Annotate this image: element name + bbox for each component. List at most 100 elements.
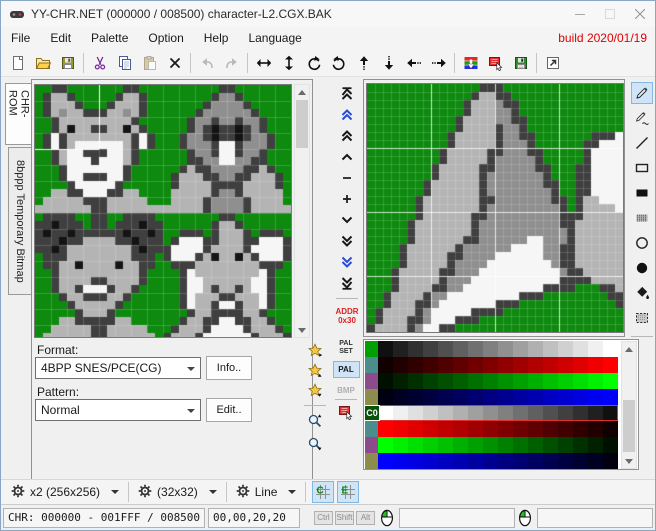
zoom-out-button[interactable] xyxy=(303,433,327,455)
palette-color-cell[interactable] xyxy=(483,373,498,389)
format-dropdown[interactable]: 4BPP SNES/PCE(CG) xyxy=(35,357,201,379)
toolbar-shift-right-button[interactable] xyxy=(426,51,451,75)
palette-color-cell[interactable] xyxy=(483,421,498,437)
palette-color-cell[interactable] xyxy=(543,373,558,389)
palette-color-cell[interactable] xyxy=(513,405,528,421)
palette-row-header[interactable] xyxy=(365,437,378,453)
palette-color-cell[interactable] xyxy=(498,453,513,469)
palette-color-cell[interactable] xyxy=(468,357,483,373)
chr-view-scrollbar[interactable] xyxy=(294,84,310,338)
palette-color-cell[interactable] xyxy=(498,341,513,357)
addr-plus-button[interactable] xyxy=(335,189,359,209)
palette-color-cell[interactable] xyxy=(438,405,453,421)
palette-color-cell[interactable] xyxy=(438,437,453,453)
grid-editor-toggle[interactable]: E xyxy=(337,481,360,503)
maximize-button[interactable] xyxy=(595,1,625,27)
palette-color-cell[interactable] xyxy=(543,389,558,405)
palette-color-cell[interactable] xyxy=(483,437,498,453)
toolbar-copy-button[interactable] xyxy=(112,51,137,75)
palette-color-cell[interactable] xyxy=(588,437,603,453)
palette-color-cell[interactable] xyxy=(453,389,468,405)
palette-color-cell[interactable] xyxy=(573,357,588,373)
tool-pen-button[interactable] xyxy=(631,82,653,104)
palette-color-cell[interactable] xyxy=(438,389,453,405)
palette-color-cell[interactable] xyxy=(588,357,603,373)
palette-color-cell[interactable] xyxy=(573,373,588,389)
palette-color-cell[interactable] xyxy=(528,389,543,405)
palette-color-cell[interactable] xyxy=(513,357,528,373)
palette-color-cell[interactable] xyxy=(423,437,438,453)
format-info-button[interactable]: Info.. xyxy=(206,356,252,380)
toolbar-cut-button[interactable] xyxy=(87,51,112,75)
palette-color-cell[interactable] xyxy=(393,405,408,421)
palette-color-cell[interactable] xyxy=(423,341,438,357)
tile-size-dropdown[interactable]: (32x32) xyxy=(132,484,223,501)
palette-color-cell[interactable] xyxy=(588,389,603,405)
palette-color-cell[interactable] xyxy=(603,405,618,421)
palette-color-cell[interactable] xyxy=(468,453,483,469)
tool-rect-fill-button[interactable] xyxy=(631,182,653,204)
palette-color-cell[interactable] xyxy=(543,341,558,357)
palette-color-cell[interactable] xyxy=(558,357,573,373)
addr-up-fast-button[interactable] xyxy=(335,105,359,125)
minimize-button[interactable] xyxy=(565,1,595,27)
pal-mode-button[interactable]: PAL xyxy=(332,361,360,378)
tool-fill-bucket-button[interactable] xyxy=(631,282,653,304)
palette-color-cell[interactable] xyxy=(603,453,618,469)
palette-color-cell[interactable] xyxy=(573,437,588,453)
palette-color-cell[interactable] xyxy=(453,437,468,453)
palette-color-cell[interactable] xyxy=(603,341,618,357)
palette-select-button[interactable] xyxy=(338,404,354,423)
addr-minus-button[interactable] xyxy=(335,168,359,188)
menu-item-option[interactable]: Option xyxy=(138,27,193,49)
palette-color-cell[interactable] xyxy=(498,389,513,405)
palette-color-cell[interactable] xyxy=(513,341,528,357)
toolbar-external-window-button[interactable] xyxy=(540,51,565,75)
palette-color-cell[interactable] xyxy=(468,341,483,357)
toolbar-shift-down-button[interactable] xyxy=(376,51,401,75)
grid-char-toggle[interactable]: C xyxy=(312,481,335,503)
palette-color-cell[interactable] xyxy=(573,453,588,469)
palette-color-cell[interactable] xyxy=(408,421,423,437)
palette-color-cell[interactable] xyxy=(378,453,393,469)
addr-down-button[interactable] xyxy=(335,210,359,230)
palette-color-cell[interactable] xyxy=(528,373,543,389)
palette-color-cell[interactable] xyxy=(408,453,423,469)
bmp-mode-button[interactable]: BMP xyxy=(337,386,355,395)
palette-color-cell[interactable] xyxy=(573,341,588,357)
scroll-up-icon[interactable] xyxy=(622,342,636,356)
grid-style-dropdown[interactable]: Line xyxy=(230,484,303,501)
palette-color-cell[interactable] xyxy=(453,357,468,373)
palette-color-cell[interactable] xyxy=(603,389,618,405)
menu-item-palette[interactable]: Palette xyxy=(81,27,138,49)
palette-scrollbar[interactable] xyxy=(621,341,637,469)
palette-color-cell[interactable] xyxy=(543,437,558,453)
palette-color-cell[interactable] xyxy=(393,421,408,437)
palette-color-cell[interactable] xyxy=(573,421,588,437)
palette-color-cell[interactable] xyxy=(528,357,543,373)
palette-color-cell[interactable] xyxy=(573,389,588,405)
toolbar-open-button[interactable] xyxy=(30,51,55,75)
scroll-up-icon[interactable] xyxy=(295,85,309,99)
tool-rect-dither-button[interactable] xyxy=(631,207,653,229)
palette-color-cell[interactable] xyxy=(603,421,618,437)
palette-color-cell[interactable] xyxy=(423,421,438,437)
palette-color-cell[interactable] xyxy=(513,453,528,469)
palette-color-cell[interactable] xyxy=(528,405,543,421)
bookmark-up-button[interactable] xyxy=(303,361,327,380)
palette-color-cell[interactable] xyxy=(378,405,393,421)
menu-item-file[interactable]: File xyxy=(1,27,40,49)
palette-color-cell[interactable] xyxy=(378,373,393,389)
palette-color-cell[interactable] xyxy=(378,421,393,437)
toolbar-rgb-shift-button[interactable] xyxy=(458,51,483,75)
palette-color-cell[interactable] xyxy=(528,421,543,437)
menu-item-language[interactable]: Language xyxy=(238,27,311,49)
palette-row-header[interactable] xyxy=(365,453,378,469)
toolbar-flip-h-button[interactable] xyxy=(251,51,276,75)
chr-tiles-canvas[interactable] xyxy=(35,85,291,337)
palette-color-cell[interactable] xyxy=(453,373,468,389)
palette-color-cell[interactable] xyxy=(468,437,483,453)
scroll-down-icon[interactable] xyxy=(622,454,636,468)
close-button[interactable] xyxy=(625,1,655,27)
palette-color-cell[interactable] xyxy=(453,405,468,421)
